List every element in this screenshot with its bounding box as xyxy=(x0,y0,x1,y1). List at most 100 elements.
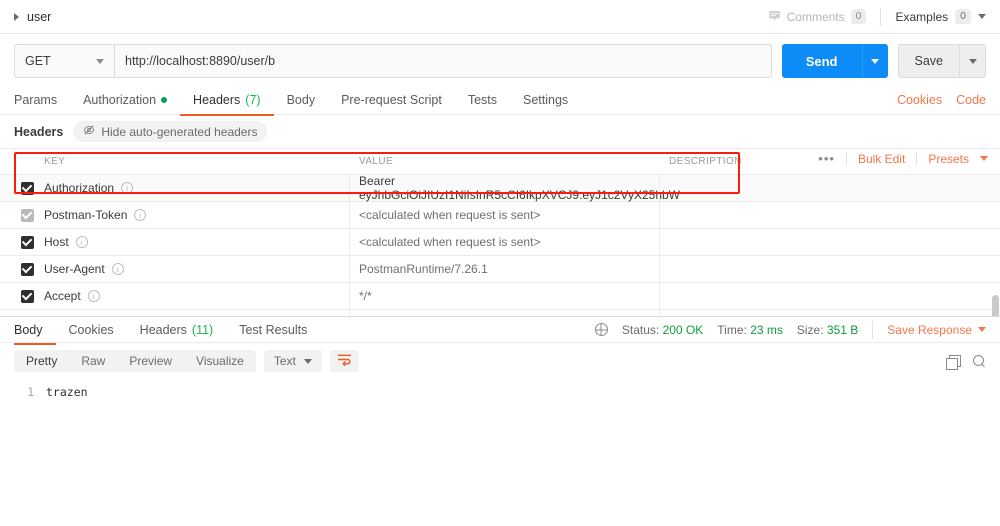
response-format-select[interactable]: Text xyxy=(263,350,322,372)
save-response-button[interactable]: Save Response xyxy=(887,323,986,337)
row-value-cell[interactable]: <calculated when request is sent> xyxy=(350,229,660,255)
code-link[interactable]: Code xyxy=(956,93,986,107)
tab-headers[interactable]: Headers (7) xyxy=(180,86,274,116)
view-mode-preview[interactable]: Preview xyxy=(117,350,184,372)
chevron-down-icon[interactable] xyxy=(96,58,104,64)
row-checkbox[interactable] xyxy=(20,208,34,222)
send-button[interactable]: Send xyxy=(781,44,862,78)
info-icon[interactable]: i xyxy=(111,263,124,275)
row-value-cell[interactable]: */* xyxy=(350,283,660,309)
chevron-down-icon[interactable] xyxy=(978,327,986,332)
response-view-modes: Pretty Raw Preview Visualize xyxy=(14,350,256,372)
send-options-button[interactable] xyxy=(861,44,888,78)
table-row[interactable]: User-Agent i PostmanRuntime/7.26.1 xyxy=(0,256,1000,283)
tab-settings[interactable]: Settings xyxy=(510,86,581,115)
status-label: Status: xyxy=(621,322,660,337)
row-key: Accept xyxy=(44,289,81,303)
save-response-label: Save Response xyxy=(887,322,972,337)
request-title-bar: user Comments 0 Examples 0 xyxy=(0,0,1000,34)
row-key-cell[interactable]: Postman-Token i xyxy=(40,202,350,228)
info-icon[interactable]: i xyxy=(121,182,134,194)
row-value: */* xyxy=(359,289,372,303)
copy-icon[interactable] xyxy=(946,354,961,370)
view-mode-raw[interactable]: Raw xyxy=(69,350,117,372)
url-input[interactable]: http://localhost:8890/user/b xyxy=(114,44,772,78)
row-key-cell[interactable]: User-Agent i xyxy=(40,256,350,282)
info-icon[interactable]: i xyxy=(87,290,100,302)
status-value: 200 OK xyxy=(662,322,704,337)
tab-label: Tests xyxy=(467,93,497,107)
tab-pre-request-script[interactable]: Pre-request Script xyxy=(328,86,455,115)
row-key-cell[interactable]: Host i xyxy=(40,229,350,255)
method-select[interactable]: GET xyxy=(14,44,114,78)
chevron-down-icon[interactable] xyxy=(978,14,986,19)
search-icon[interactable] xyxy=(973,354,986,368)
row-value: <calculated when request is sent> xyxy=(359,208,541,222)
column-value: VALUE xyxy=(359,156,394,167)
row-description-cell[interactable] xyxy=(660,283,1000,309)
more-options-icon[interactable]: ••• xyxy=(818,151,835,166)
headers-section-title: Headers xyxy=(14,124,64,139)
response-body-code[interactable]: 1 trazen xyxy=(0,378,1000,399)
request-tabs-links: Cookies Code xyxy=(897,93,986,107)
comment-icon xyxy=(768,9,781,25)
word-wrap-icon xyxy=(337,353,352,369)
request-bar-actions: Comments 0 Examples 0 xyxy=(768,7,986,26)
tab-body[interactable]: Body xyxy=(274,86,329,115)
cookies-link[interactable]: Cookies xyxy=(897,93,942,107)
time-meta: Time: 23 ms xyxy=(717,323,783,337)
row-checkbox[interactable] xyxy=(20,289,34,303)
chevron-down-icon xyxy=(871,58,879,64)
caret-right-icon[interactable] xyxy=(14,12,19,21)
postman-app-window: user Comments 0 Examples 0 GET http://lo… xyxy=(0,0,1000,526)
hide-auto-generated-headers-button[interactable]: Hide auto-generated headers xyxy=(73,121,268,142)
time-value: 23 ms xyxy=(750,322,783,337)
row-description-cell[interactable] xyxy=(660,229,1000,255)
row-key-cell[interactable]: Authorization i xyxy=(40,175,350,201)
response-tab-cookies[interactable]: Cookies xyxy=(56,315,127,344)
bulk-edit-button[interactable]: Bulk Edit xyxy=(858,152,905,166)
row-description-cell[interactable] xyxy=(660,256,1000,282)
response-tab-test-results[interactable]: Test Results xyxy=(226,315,320,344)
headers-table-actions: ••• Bulk Edit Presets xyxy=(818,151,988,166)
tab-tests[interactable]: Tests xyxy=(455,86,510,115)
info-icon[interactable]: i xyxy=(75,236,88,248)
response-tab-body[interactable]: Body xyxy=(14,315,56,345)
examples-button[interactable]: Examples 0 xyxy=(881,9,986,24)
tab-label: Body xyxy=(286,93,316,107)
table-row[interactable]: Postman-Token i <calculated when request… xyxy=(0,202,1000,229)
row-description-cell[interactable] xyxy=(660,202,1000,228)
save-button[interactable]: Save xyxy=(897,44,960,78)
save-options-button[interactable] xyxy=(960,44,986,78)
chevron-down-icon xyxy=(968,58,977,64)
info-icon[interactable]: i xyxy=(134,209,147,221)
row-key-cell[interactable]: Accept i xyxy=(40,283,350,309)
comments-button[interactable]: Comments 0 xyxy=(768,9,881,25)
chevron-down-icon[interactable] xyxy=(980,156,988,161)
row-value-cell[interactable]: PostmanRuntime/7.26.1 xyxy=(350,256,660,282)
table-row[interactable]: Host i <calculated when request is sent> xyxy=(0,229,1000,256)
table-row[interactable]: Authorization i Bearer eyJhbGciOiJIUzI1N… xyxy=(0,174,1000,202)
tab-count: (7) xyxy=(245,93,261,107)
word-wrap-button[interactable] xyxy=(329,350,359,372)
view-mode-pretty[interactable]: Pretty xyxy=(14,350,69,372)
time-label: Time: xyxy=(717,322,747,337)
view-mode-visualize[interactable]: Visualize xyxy=(184,350,256,372)
row-value-cell[interactable]: Bearer eyJhbGciOiJIUzI1NiIsInR5cCI6IkpXV… xyxy=(350,174,680,202)
row-value-cell[interactable]: <calculated when request is sent> xyxy=(350,202,660,228)
row-checkbox[interactable] xyxy=(20,262,34,276)
row-checkbox[interactable] xyxy=(20,235,34,249)
tab-authorization[interactable]: Authorization xyxy=(70,86,180,115)
request-name[interactable]: user xyxy=(27,10,51,24)
response-tab-headers[interactable]: Headers (11) xyxy=(127,315,227,344)
table-row[interactable]: Accept i */* xyxy=(0,283,1000,310)
examples-count: 0 xyxy=(955,9,971,24)
tab-label: Headers xyxy=(193,93,241,107)
row-value: PostmanRuntime/7.26.1 xyxy=(359,262,488,276)
row-key: Authorization xyxy=(44,181,115,195)
presets-button[interactable]: Presets xyxy=(928,152,969,166)
row-checkbox[interactable] xyxy=(20,181,34,195)
size-value: 351 B xyxy=(826,322,859,337)
row-description-cell[interactable] xyxy=(660,175,1000,201)
tab-params[interactable]: Params xyxy=(14,86,70,115)
